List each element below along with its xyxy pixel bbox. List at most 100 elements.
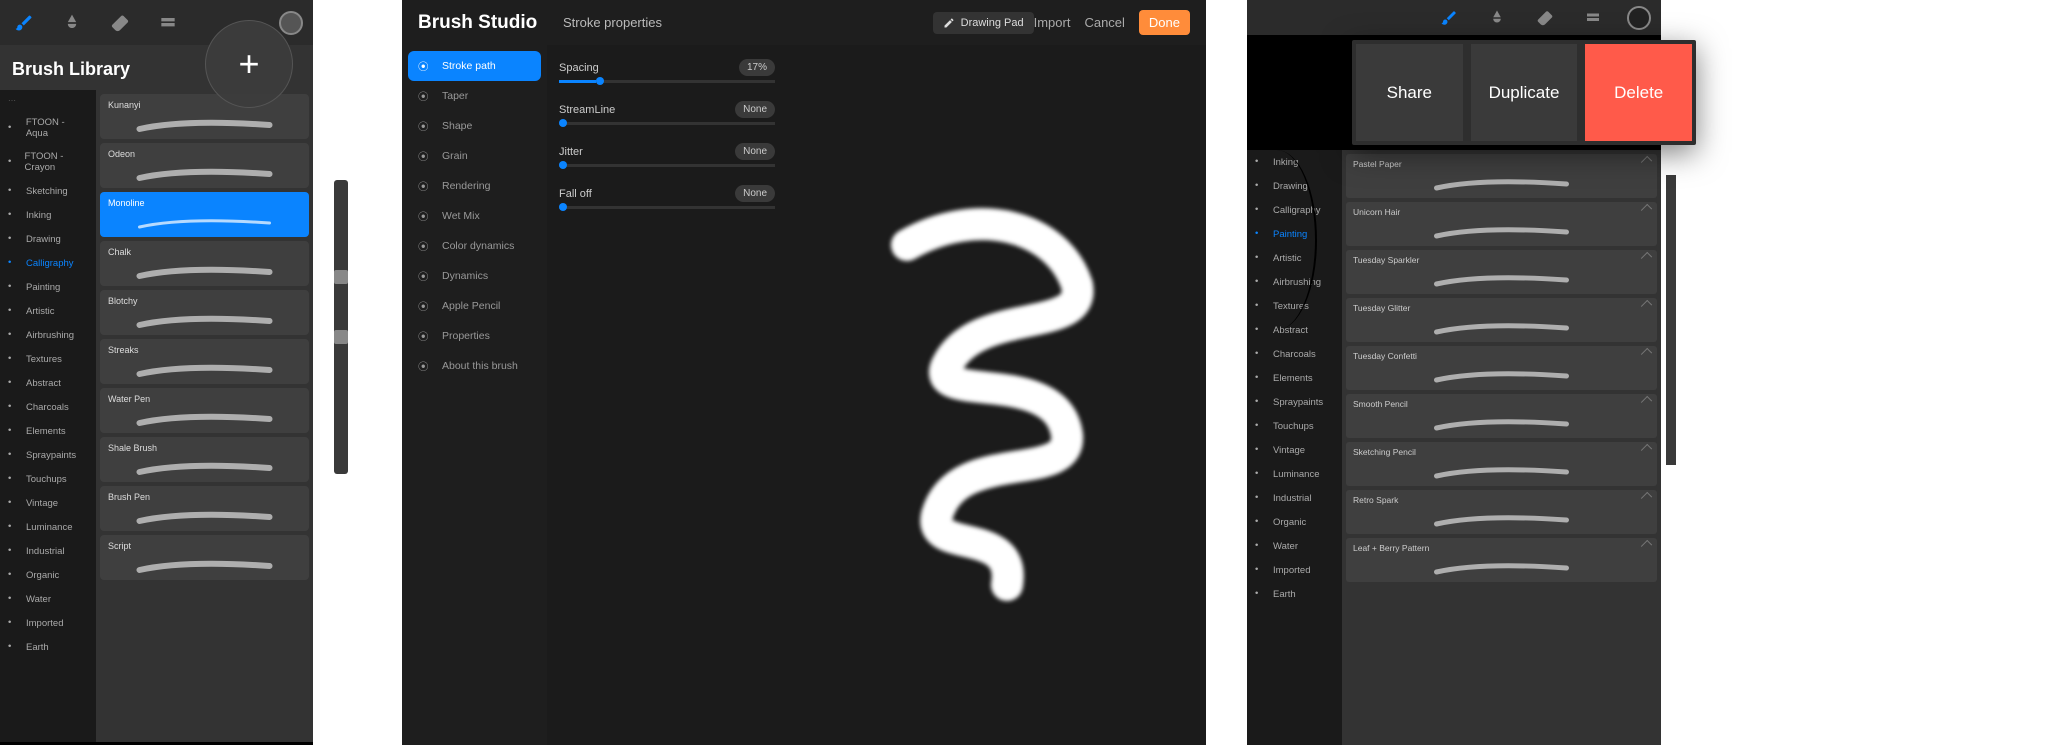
import-button[interactable]: Import [1034, 15, 1071, 30]
delete-button[interactable]: Delete [1585, 44, 1692, 141]
slider-fall-off[interactable] [559, 206, 775, 209]
brush-monoline[interactable]: Monoline [100, 192, 309, 237]
category-charcoals[interactable]: •Charcoals [0, 395, 96, 419]
prop-jitter: JitterNone [559, 143, 775, 160]
brush-tuesday-sparkler[interactable]: Tuesday Sparkler [1346, 250, 1657, 294]
slider-jitter[interactable] [559, 164, 775, 167]
category-industrial[interactable]: •Industrial [1247, 486, 1342, 510]
pencil-icon [943, 17, 955, 29]
layers-icon[interactable] [154, 9, 182, 37]
studio-nav-grain[interactable]: ⦿Grain [408, 141, 541, 171]
category-earth[interactable]: •Earth [0, 635, 96, 659]
category-water[interactable]: •Water [0, 587, 96, 611]
studio-nav-color-dynamics[interactable]: ⦿Color dynamics [408, 231, 541, 261]
studio-nav-rendering[interactable]: ⦿Rendering [408, 171, 541, 201]
category-water[interactable]: •Water [1247, 534, 1342, 558]
category-imported[interactable]: •Imported [1247, 558, 1342, 582]
category-abstract[interactable]: •Abstract [0, 371, 96, 395]
studio-nav-shape[interactable]: ⦿Shape [408, 111, 541, 141]
brush-pastel-paper[interactable]: Pastel Paper [1346, 154, 1657, 198]
studio-nav-about-this-brush[interactable]: ⦿About this brush [408, 351, 541, 381]
slider-thumb-2[interactable] [334, 330, 348, 344]
category-organic[interactable]: •Organic [0, 563, 96, 587]
studio-nav-wet-mix[interactable]: ⦿Wet Mix [408, 201, 541, 231]
size-slider[interactable] [334, 180, 348, 474]
brush-streaks[interactable]: Streaks [100, 339, 309, 384]
brush-odeon[interactable]: Odeon [100, 143, 309, 188]
studio-nav-dynamics[interactable]: ⦿Dynamics [408, 261, 541, 291]
drawing-pad-button[interactable]: Drawing Pad [933, 12, 1034, 34]
category-luminance[interactable]: •Luminance [1247, 462, 1342, 486]
brush-tuesday-confetti[interactable]: Tuesday Confetti [1346, 346, 1657, 390]
slider-thumb-1[interactable] [334, 270, 348, 284]
cancel-button[interactable]: Cancel [1084, 15, 1124, 30]
slider-spacing[interactable] [559, 80, 775, 83]
done-button[interactable]: Done [1139, 10, 1190, 35]
category-touchups[interactable]: •Touchups [1247, 414, 1342, 438]
prop-spacing: Spacing17% [559, 59, 775, 76]
brush-script[interactable]: Script [100, 535, 309, 580]
studio-sidebar: ⦿Stroke path⦿Taper⦿Shape⦿Grain⦿Rendering… [402, 45, 547, 745]
brush-brush-pen[interactable]: Brush Pen [100, 486, 309, 531]
category-vintage[interactable]: •Vintage [0, 491, 96, 515]
category-ftoon-aqua[interactable]: •FTOON - Aqua [0, 111, 96, 145]
category-artistic[interactable]: •Artistic [0, 299, 96, 323]
brush-blotchy[interactable]: Blotchy [100, 290, 309, 335]
brush-leaf-berry-pattern[interactable]: Leaf + Berry Pattern [1346, 538, 1657, 582]
smudge-tool-icon[interactable] [1483, 4, 1511, 32]
brush-tool-icon[interactable] [1435, 4, 1463, 32]
smudge-tool-icon[interactable] [58, 9, 86, 37]
slider-streamline[interactable] [559, 122, 775, 125]
brush-smooth-pencil[interactable]: Smooth Pencil [1346, 394, 1657, 438]
brush-unicorn-hair[interactable]: Unicorn Hair [1346, 202, 1657, 246]
studio-nav-apple-pencil[interactable]: ⦿Apple Pencil [408, 291, 541, 321]
category-drawing[interactable]: •Drawing [0, 227, 96, 251]
category-industrial[interactable]: •Industrial [0, 539, 96, 563]
category-spraypaints[interactable]: •Spraypaints [0, 443, 96, 467]
preview-canvas[interactable] [787, 45, 1206, 745]
brush-library-panel: Brush Library + ⋯•FTOON - Aqua•FTOON - C… [0, 0, 313, 745]
stroke-preview [857, 185, 1137, 605]
color-swatch[interactable] [279, 11, 303, 35]
category-elements[interactable]: •Elements [0, 419, 96, 443]
brush-list: KunanyiOdeonMonolineChalkBlotchyStreaksW… [96, 90, 313, 742]
category-ftoon-crayon[interactable]: •FTOON - Crayon [0, 145, 96, 179]
add-brush-button[interactable]: + [205, 20, 293, 108]
category-textures[interactable]: •Textures [0, 347, 96, 371]
category-painting[interactable]: •Painting [0, 275, 96, 299]
color-swatch[interactable] [1627, 6, 1651, 30]
brush-water-pen[interactable]: Water Pen [100, 388, 309, 433]
category-airbrushing[interactable]: •Airbrushing [0, 323, 96, 347]
brush-tuesday-glitter[interactable]: Tuesday Glitter [1346, 298, 1657, 342]
category-list: ⋯•FTOON - Aqua•FTOON - Crayon•Sketching•… [0, 90, 96, 742]
category-inking[interactable]: •Inking [0, 203, 96, 227]
layers-icon[interactable] [1579, 4, 1607, 32]
duplicate-button[interactable]: Duplicate [1471, 44, 1578, 141]
category-charcoals[interactable]: •Charcoals [1247, 342, 1342, 366]
share-button[interactable]: Share [1356, 44, 1463, 141]
category-sketching[interactable]: •Sketching [0, 179, 96, 203]
category-luminance[interactable]: •Luminance [0, 515, 96, 539]
category-organic[interactable]: •Organic [1247, 510, 1342, 534]
category-calligraphy[interactable]: •Calligraphy [0, 251, 96, 275]
studio-nav-properties[interactable]: ⦿Properties [408, 321, 541, 351]
eraser-tool-icon[interactable] [1531, 4, 1559, 32]
brush-sketching-pencil[interactable]: Sketching Pencil [1346, 442, 1657, 486]
studio-nav-stroke-path[interactable]: ⦿Stroke path [408, 51, 541, 81]
brush-shale-brush[interactable]: Shale Brush [100, 437, 309, 482]
top-toolbar-2 [1247, 0, 1661, 35]
brush-chalk[interactable]: Chalk [100, 241, 309, 286]
eraser-tool-icon[interactable] [106, 9, 134, 37]
category-elements[interactable]: •Elements [1247, 366, 1342, 390]
category-spraypaints[interactable]: •Spraypaints [1247, 390, 1342, 414]
brush-tool-icon[interactable] [10, 9, 38, 37]
category-vintage[interactable]: •Vintage [1247, 438, 1342, 462]
category-touchups[interactable]: •Touchups [0, 467, 96, 491]
size-slider-2[interactable] [1666, 175, 1676, 465]
studio-nav-taper[interactable]: ⦿Taper [408, 81, 541, 111]
prop-streamline: StreamLineNone [559, 101, 775, 118]
brush-retro-spark[interactable]: Retro Spark [1346, 490, 1657, 534]
category-imported[interactable]: •Imported [0, 611, 96, 635]
brush-kunanyi[interactable]: Kunanyi [100, 94, 309, 139]
category-earth[interactable]: •Earth [1247, 582, 1342, 606]
